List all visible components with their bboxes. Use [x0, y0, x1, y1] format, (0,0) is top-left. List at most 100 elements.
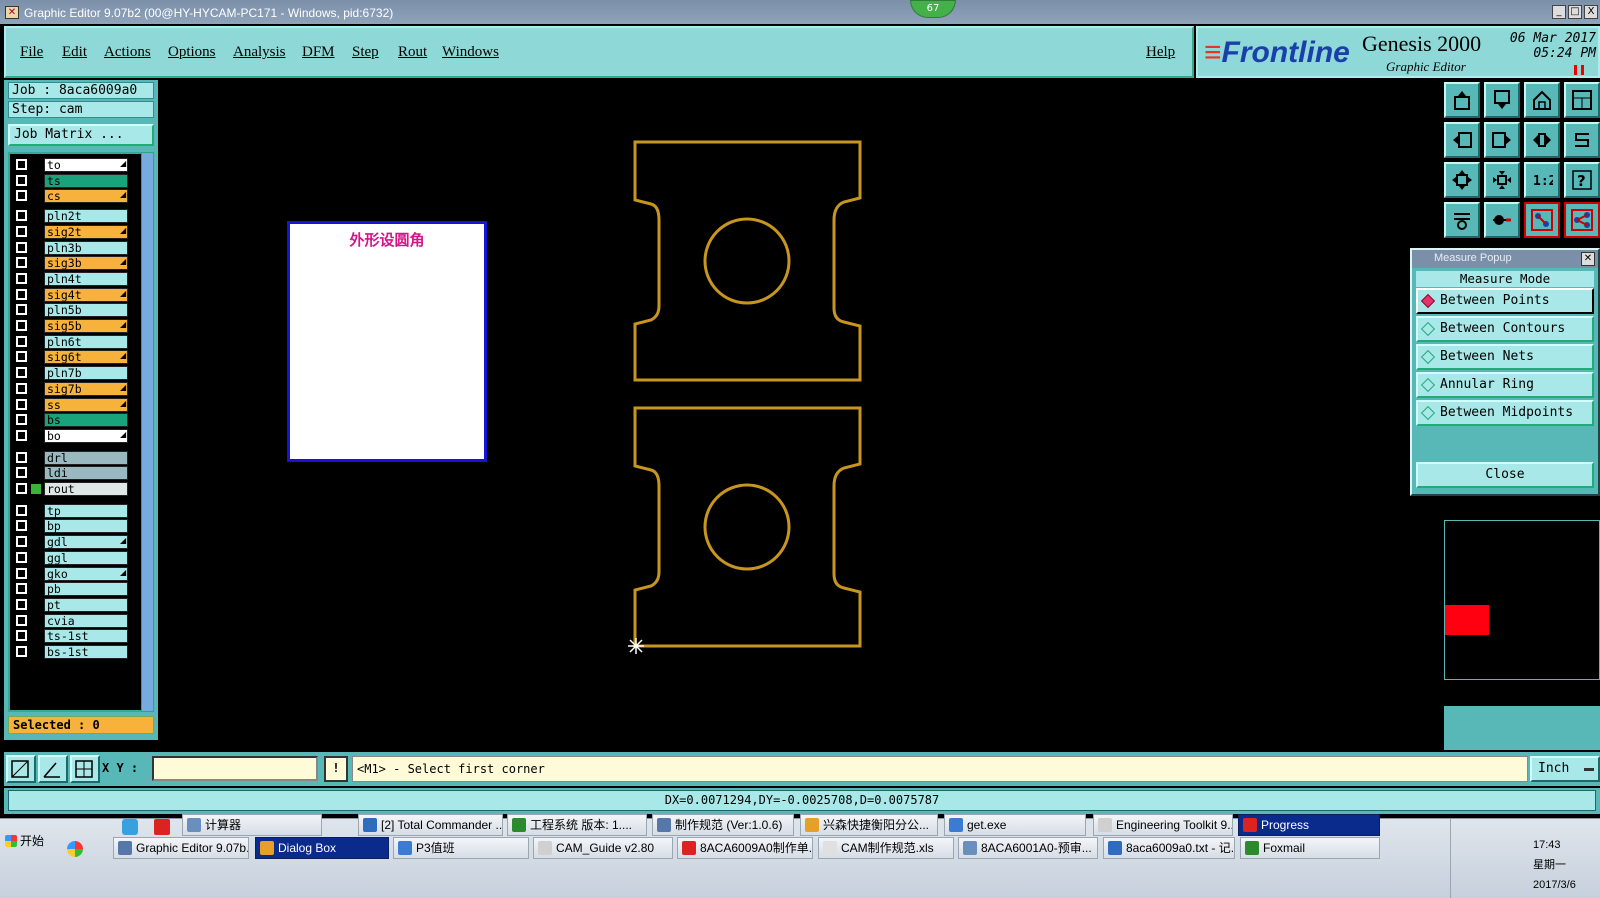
layer-name[interactable]: ldi: [44, 466, 128, 481]
measure-popup-close-icon[interactable]: ✕: [1581, 252, 1595, 266]
layer-name[interactable]: ts: [44, 173, 128, 188]
layer-checkbox[interactable]: [16, 159, 27, 170]
unit-selector[interactable]: Inch: [1530, 756, 1600, 782]
layer-name[interactable]: bs-1st: [44, 645, 128, 659]
taskbar-item[interactable]: 兴森快捷衡阳分公...: [800, 814, 938, 836]
layer-row[interactable]: gdl ◢: [14, 535, 130, 550]
layer-row[interactable]: pln2t: [14, 209, 130, 224]
layer-row[interactable]: bs-1st: [14, 645, 130, 659]
zoom-in-icon[interactable]: [1444, 162, 1480, 198]
clock[interactable]: 17:43 星期一 2017/3/6: [1533, 835, 1576, 895]
layer-checkbox[interactable]: [16, 398, 27, 410]
menu-step[interactable]: Step: [352, 44, 379, 61]
layer-checkbox[interactable]: [16, 288, 27, 300]
option-between-contours[interactable]: Between Contours: [1416, 316, 1594, 342]
layer-scrollbar[interactable]: [141, 152, 154, 712]
zoom-page-down-icon[interactable]: [1484, 82, 1520, 118]
menu-dfm[interactable]: DFM: [302, 44, 335, 61]
connectivity-icon[interactable]: [1564, 202, 1600, 238]
scale-one-to-two-icon[interactable]: 1:2: [1524, 162, 1560, 198]
layer-row[interactable]: pln3b: [14, 240, 130, 255]
layer-checkbox[interactable]: [16, 382, 27, 394]
taskbar-item[interactable]: 8ACA6009A0制作单...: [677, 837, 813, 859]
layer-row[interactable]: pb: [14, 582, 130, 597]
layer-checkbox[interactable]: [16, 351, 27, 363]
layer-name[interactable]: ss: [44, 397, 128, 412]
layer-row[interactable]: ggl: [14, 550, 130, 565]
layer-name[interactable]: gdl: [44, 535, 128, 550]
layer-name[interactable]: sig3b: [44, 256, 128, 271]
layer-row[interactable]: sig5b ◢: [14, 319, 130, 333]
taskbar-item[interactable]: 工程系统 版本: 1....: [507, 814, 647, 836]
layer-checkbox[interactable]: [16, 210, 27, 222]
taskbar-item[interactable]: 制作规范 (Ver:1.0.6): [652, 814, 794, 836]
minimize-button[interactable]: _: [1552, 5, 1566, 19]
pdf-icon[interactable]: [154, 819, 170, 835]
layer-name[interactable]: sig7b: [44, 381, 128, 396]
taskbar-item[interactable]: P3值班: [393, 837, 529, 859]
layer-row[interactable]: to ◢: [14, 158, 130, 172]
layer-row[interactable]: sig2t ◢: [14, 224, 130, 239]
layer-row[interactable]: cs ◢: [14, 189, 130, 204]
layer-checkbox[interactable]: [16, 504, 27, 516]
layer-checkbox[interactable]: [16, 646, 27, 657]
option-between-points[interactable]: Between Points: [1416, 288, 1594, 314]
layer-checkbox[interactable]: [16, 225, 27, 237]
layer-name[interactable]: pln4t: [44, 271, 128, 286]
mirror-icon[interactable]: [1524, 122, 1560, 158]
layer-row[interactable]: ss ◢: [14, 397, 130, 412]
menu-actions[interactable]: Actions: [104, 44, 151, 61]
redraw-icon[interactable]: [1564, 122, 1600, 158]
layer-name[interactable]: sig5b: [44, 319, 128, 333]
home-icon[interactable]: [1524, 82, 1560, 118]
layer-name[interactable]: pt: [44, 597, 128, 612]
layer-name[interactable]: ts-1st: [44, 629, 128, 644]
colorful-app-icon[interactable]: [67, 841, 83, 857]
layer-settings-icon[interactable]: [1444, 202, 1480, 238]
layer-checkbox[interactable]: [16, 320, 27, 331]
layer-name[interactable]: pln5b: [44, 303, 128, 318]
layer-row[interactable]: gko ◢: [14, 566, 130, 581]
layer-name[interactable]: to: [44, 158, 128, 172]
layer-checkbox[interactable]: [16, 174, 27, 186]
layer-checkbox[interactable]: [16, 520, 27, 532]
snap-icon[interactable]: [6, 755, 36, 783]
layer-checkbox[interactable]: [16, 483, 27, 494]
taskbar-item[interactable]: CAM_Guide v2.80: [533, 837, 673, 859]
layer-checkbox[interactable]: [16, 630, 27, 642]
layer-row[interactable]: sig6t ◢: [14, 350, 130, 365]
layer-checkbox[interactable]: [16, 367, 27, 379]
menu-options[interactable]: Options: [168, 44, 216, 61]
layer-row[interactable]: tp: [14, 503, 130, 518]
window-fit-icon[interactable]: [1564, 82, 1600, 118]
layer-name[interactable]: bp: [44, 519, 128, 534]
layer-checkbox[interactable]: [16, 304, 27, 316]
layer-name[interactable]: ggl: [44, 550, 128, 565]
layer-row[interactable]: ldi: [14, 466, 130, 481]
layer-checkbox[interactable]: [16, 272, 27, 284]
taskbar-item[interactable]: 8ACA6001A0-预审...: [958, 837, 1098, 859]
quick-launch-icon[interactable]: [122, 819, 138, 835]
layer-name[interactable]: sig6t: [44, 350, 128, 365]
option-between-nets[interactable]: Between Nets: [1416, 344, 1594, 370]
pan-right-icon[interactable]: [1484, 122, 1520, 158]
menu-analysis[interactable]: Analysis: [233, 44, 286, 61]
help-question-icon[interactable]: ?: [1564, 162, 1600, 198]
menu-file[interactable]: File: [20, 44, 43, 61]
taskbar-item[interactable]: Engineering Toolkit 9....: [1093, 814, 1233, 836]
start-button[interactable]: 开始: [2, 831, 62, 853]
job-matrix-button[interactable]: Job Matrix ...: [8, 124, 154, 146]
layer-row[interactable]: pln4t: [14, 271, 130, 286]
layer-row[interactable]: sig7b ◢: [14, 381, 130, 396]
measure-close-button[interactable]: Close: [1416, 462, 1594, 488]
layer-checkbox[interactable]: [16, 583, 27, 595]
layer-row[interactable]: ts-1st: [14, 629, 130, 644]
option-annular-ring[interactable]: Annular Ring: [1416, 372, 1594, 398]
layer-checkbox[interactable]: [16, 241, 27, 253]
net-pad-icon[interactable]: [1484, 202, 1520, 238]
menu-help[interactable]: Help: [1146, 44, 1175, 61]
layer-row[interactable]: sig3b ◢: [14, 256, 130, 271]
layer-checkbox[interactable]: [16, 467, 27, 479]
layer-name[interactable]: cs: [44, 189, 128, 204]
layer-checkbox[interactable]: [16, 429, 27, 441]
